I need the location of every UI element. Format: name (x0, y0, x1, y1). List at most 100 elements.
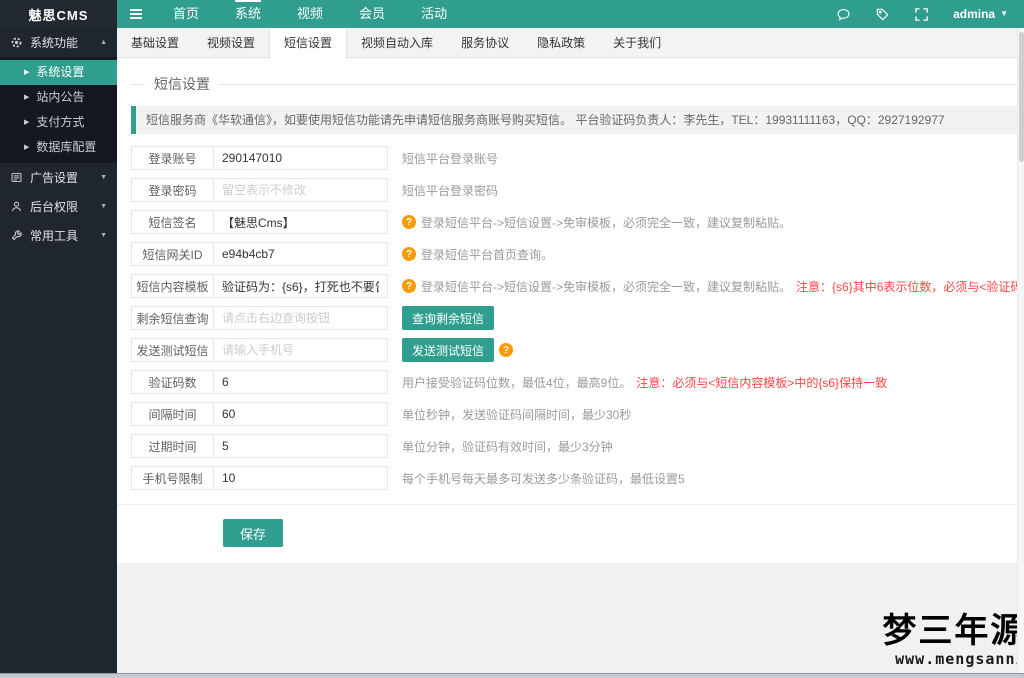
nav-item-video[interactable]: 视频 (279, 0, 341, 28)
interval-time-helper: 单位秒钟，发送验证码间隔时间，最少30秒 (402, 406, 631, 423)
field-helper-zone: 短信平台登录密码 (402, 182, 498, 199)
nav-item-system[interactable]: 系统 (217, 0, 279, 28)
chevron-down-icon: ▼ (100, 174, 107, 181)
tab-basic-settings[interactable]: 基础设置 (117, 28, 193, 57)
tab-bar: 基础设置 视频设置 短信设置 视频自动入库 服务协议 隐私政策 关于我们 (117, 28, 1024, 58)
field-helper-zone: 发送测试短信? (402, 338, 513, 362)
tab-video-settings[interactable]: 视频设置 (193, 28, 269, 57)
code-digits-input[interactable] (213, 370, 388, 394)
sidebar-group-ads[interactable]: 广告设置 ▼ (0, 163, 117, 192)
topbar: 魅思CMS 首页 系统 视频 会员 活动 ad (0, 0, 1024, 28)
question-icon: ? (402, 247, 416, 261)
ad-icon (10, 171, 23, 184)
save-button[interactable]: 保存 (223, 519, 283, 547)
sidebar-group-admin-permission[interactable]: 后台权限 ▼ (0, 192, 117, 221)
expire-time-input[interactable] (213, 434, 388, 458)
sms-signature-helper: 登录短信平台->短信设置->免审模板，必须完全一致，建议复制粘贴。 (421, 214, 791, 231)
field-label: 验证码数 (131, 370, 214, 394)
field-label: 手机号限制 (131, 466, 214, 490)
field-helper-zone: 每个手机号每天最多可发送多少条验证码，最低设置5 (402, 470, 685, 487)
remaining-sms-query-input[interactable] (213, 306, 388, 330)
chevron-up-icon: ▲ (100, 39, 107, 46)
send-test-sms-button[interactable]: 发送测试短信 (402, 338, 494, 362)
sidebar-group-label: 后台权限 (30, 198, 78, 215)
field-label: 登录账号 (131, 146, 214, 170)
question-icon: ? (499, 343, 513, 357)
sidebar-item-database-config[interactable]: ▶ 数据库配置 (0, 135, 117, 160)
login-account-input[interactable] (213, 146, 388, 170)
field-label: 过期时间 (131, 434, 214, 458)
question-icon: ? (402, 279, 416, 293)
sidebar-item-payment-method[interactable]: ▶ 支付方式 (0, 110, 117, 135)
form-rows: 登录账号 短信平台登录账号 登录密码 短信平台登录密码 短信签名 ?登录短信平台… (131, 146, 1024, 490)
code-digits-row: 验证码数 用户接受验证码位数，最低4位，最高9位。注意：必须与<短信内容模板>中… (131, 370, 1024, 394)
phone-limit-row: 手机号限制 每个手机号每天最多可发送多少条验证码，最低设置5 (131, 466, 1024, 490)
username: admina (953, 7, 995, 21)
fullscreen-icon[interactable] (914, 7, 929, 22)
interval-time-row: 间隔时间 单位秒钟，发送验证码间隔时间，最少30秒 (131, 402, 1024, 426)
field-label: 发送测试短信 (131, 338, 214, 362)
expire-time-helper: 单位分钟，验证码有效时间，最少3分钟 (402, 438, 613, 455)
topbar-right: admina ▼ (836, 7, 1024, 22)
send-test-sms-input[interactable] (213, 338, 388, 362)
field-helper-zone: 单位分钟，验证码有效时间，最少3分钟 (402, 438, 613, 455)
app-logo: 魅思CMS (0, 0, 117, 28)
login-account-row: 登录账号 短信平台登录账号 (131, 146, 1024, 170)
sidebar-item-site-announcement[interactable]: ▶ 站内公告 (0, 85, 117, 110)
field-label: 短信签名 (131, 210, 214, 234)
tab-video-auto-import[interactable]: 视频自动入库 (347, 28, 447, 57)
page-title: 短信设置 (154, 74, 210, 94)
sms-settings-panel: 短信设置 短信服务商《华软通信》，如要使用短信功能请先申请短信服务商账号购买短信… (117, 58, 1024, 563)
hamburger-icon[interactable] (117, 9, 155, 19)
sidebar-group-label: 系统功能 (30, 34, 78, 51)
sidebar-item-label: 系统设置 (36, 60, 84, 85)
divider (117, 504, 1024, 505)
watermark: 梦三年源码网 www.mengsannian.com (882, 613, 1024, 668)
tab-privacy-policy[interactable]: 隐私政策 (523, 28, 599, 57)
field-label: 剩余短信查询 (131, 306, 214, 330)
field-helper-zone: ? 登录短信平台->短信设置->免审模板，必须完全一致，建议复制粘贴。 (402, 214, 791, 231)
tag-icon[interactable] (875, 7, 890, 22)
sms-template-input[interactable] (213, 274, 388, 298)
sidebar-group-label: 广告设置 (30, 169, 78, 186)
nav-item-activity[interactable]: 活动 (403, 0, 465, 28)
sms-signature-input[interactable] (213, 210, 388, 234)
tab-about-us[interactable]: 关于我们 (599, 28, 675, 57)
field-helper-zone: 查询剩余短信 (402, 306, 494, 330)
nav-item-home[interactable]: 首页 (155, 0, 217, 28)
horizontal-scrollbar[interactable] (0, 673, 1024, 678)
sms-gateway-id-input[interactable] (213, 242, 388, 266)
chevron-down-icon: ▼ (1000, 10, 1008, 18)
remaining-sms-query-row: 剩余短信查询 查询剩余短信 (131, 306, 1024, 330)
remaining-sms-query-button[interactable]: 查询剩余短信 (402, 306, 494, 330)
chevron-down-icon: ▼ (100, 232, 107, 239)
user-menu[interactable]: admina ▼ (953, 7, 1008, 21)
sidebar-group-tools[interactable]: 常用工具 ▼ (0, 221, 117, 250)
phone-limit-helper: 每个手机号每天最多可发送多少条验证码，最低设置5 (402, 470, 685, 487)
login-password-input[interactable] (213, 178, 388, 202)
phone-limit-input[interactable] (213, 466, 388, 490)
nav-item-member[interactable]: 会员 (341, 0, 403, 28)
sidebar-submenu: ▶ 系统设置 ▶ 站内公告 ▶ 支付方式 ▶ 数据库配置 (0, 57, 117, 163)
panel-legend: 短信设置 (131, 74, 1024, 94)
triangle-right-icon: ▶ (24, 110, 29, 135)
tab-sms-settings[interactable]: 短信设置 (269, 28, 347, 59)
expire-time-row: 过期时间 单位分钟，验证码有效时间，最少3分钟 (131, 434, 1024, 458)
field-label: 间隔时间 (131, 402, 214, 426)
sms-gateway-id-row: 短信网关ID ?登录短信平台首页查询。 (131, 242, 1024, 266)
tab-service-agreement[interactable]: 服务协议 (447, 28, 523, 57)
notice-bar: 短信服务商《华软通信》，如要使用短信功能请先申请短信服务商账号购买短信。 平台验… (131, 106, 1024, 134)
sms-template-row: 短信内容模板 ?登录短信平台->短信设置->免审模板，必须完全一致，建议复制粘贴… (131, 274, 1024, 298)
sidebar-group-system[interactable]: 系统功能 ▲ (0, 28, 117, 57)
interval-time-input[interactable] (213, 402, 388, 426)
question-icon: ? (402, 215, 416, 229)
sidebar-item-system-settings[interactable]: ▶ 系统设置 (0, 60, 117, 85)
field-helper-zone: ?登录短信平台首页查询。 (402, 246, 553, 263)
content-area: 基础设置 视频设置 短信设置 视频自动入库 服务协议 隐私政策 关于我们 短信设… (117, 28, 1024, 678)
message-icon[interactable] (836, 7, 851, 22)
field-label: 短信内容模板 (131, 274, 214, 298)
sidebar-item-label: 站内公告 (36, 85, 84, 110)
login-password-row: 登录密码 短信平台登录密码 (131, 178, 1024, 202)
vertical-scrollbar[interactable] (1017, 28, 1024, 673)
top-nav: 首页 系统 视频 会员 活动 admina ▼ (117, 0, 1024, 28)
